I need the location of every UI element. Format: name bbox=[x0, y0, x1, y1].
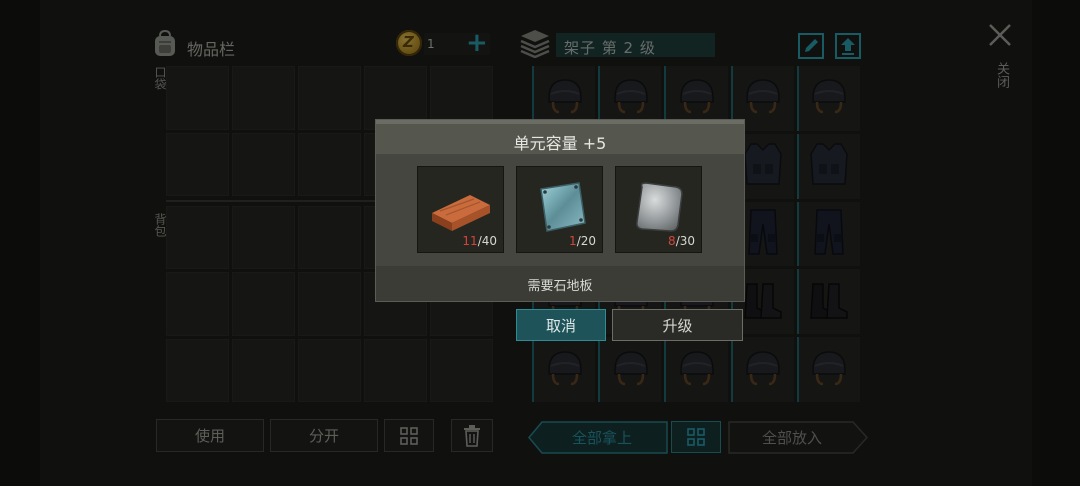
requirement-text: 需要石地板 bbox=[527, 279, 593, 294]
metal-plate-icon bbox=[636, 182, 683, 232]
material-need: /40 bbox=[477, 234, 497, 248]
material-slot-wood[interactable]: 11/40 bbox=[417, 166, 504, 253]
glass-pane-icon bbox=[540, 182, 586, 232]
material-slot-glass[interactable]: 1/20 bbox=[516, 166, 603, 253]
material-have: 11 bbox=[462, 234, 478, 248]
material-need: /30 bbox=[675, 234, 695, 248]
cancel-button[interactable]: 取消 bbox=[516, 309, 606, 341]
material-count: 8/30 bbox=[668, 234, 695, 248]
dialog-title: 单元容量 +5 bbox=[513, 134, 607, 153]
material-slot-metal[interactable]: 8/30 bbox=[615, 166, 702, 253]
material-have: 8 bbox=[668, 234, 676, 248]
material-need: /20 bbox=[576, 234, 596, 248]
material-count: 1/20 bbox=[569, 234, 596, 248]
upgrade-button[interactable]: 升级 bbox=[612, 309, 743, 341]
material-count: 11/40 bbox=[462, 234, 497, 248]
material-have: 1 bbox=[569, 234, 577, 248]
wood-plank-icon bbox=[432, 195, 490, 231]
